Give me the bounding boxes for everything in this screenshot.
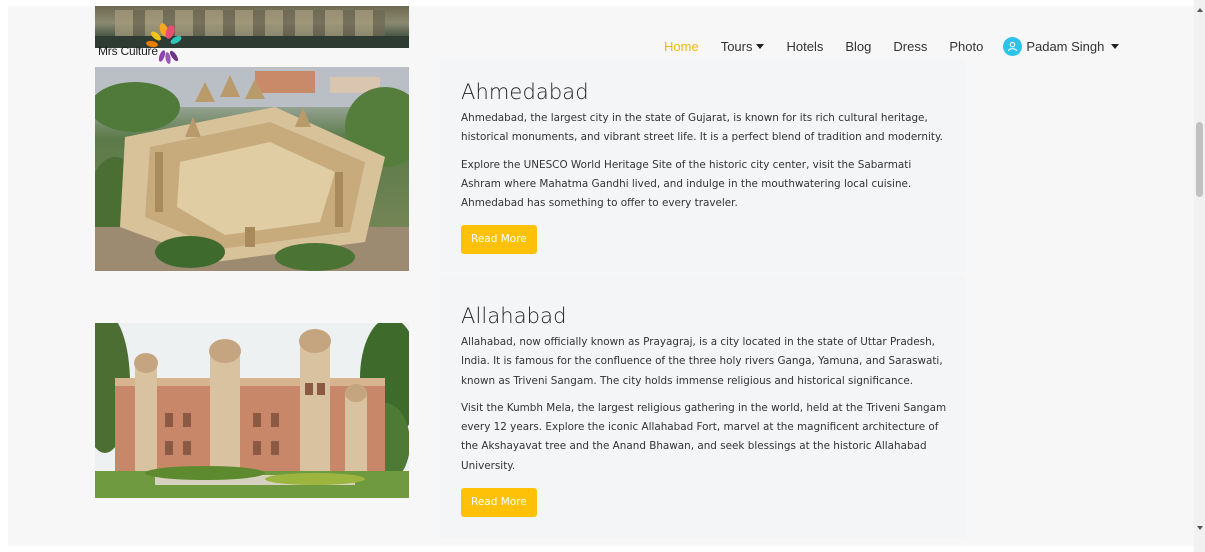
brand-logo[interactable]: Mrs Culture [96,20,186,70]
nav-home[interactable]: Home [664,39,699,54]
city-card-allahabad: Allahabad Allahabad, now officially know… [461,304,951,518]
nav-hotels[interactable]: Hotels [786,39,823,54]
page-scrollbar[interactable] [1194,0,1205,552]
nav-photo[interactable]: Photo [949,39,983,54]
nav-blog[interactable]: Blog [845,39,871,54]
nav-tours-dropdown[interactable]: Tours [721,39,765,54]
main-navbar: Home Tours Hotels Blog Dress Photo Padam… [664,36,1120,56]
allahabad-image [95,323,409,498]
scrollbar-thumb[interactable] [1196,122,1203,197]
caret-down-icon [1111,43,1120,49]
brand-name: Mrs Culture [98,44,158,58]
scroll-up-arrow-icon[interactable] [1197,8,1203,12]
city-description: Visit the Kumbh Mela, the largest religi… [461,401,947,472]
city-title: Ahmedabad [461,80,589,104]
city-card-ahmedabad: Ahmedabad Ahmedabad, the largest city in… [461,80,951,255]
city-description: Allahabad, now officially known as Praya… [461,336,943,387]
ahmedabad-image [95,67,409,271]
city-description: Explore the UNESCO World Heritage Site o… [461,158,912,210]
read-more-button[interactable]: Read More [461,225,537,255]
scroll-down-arrow-icon[interactable] [1197,526,1203,530]
city-description: Ahmedabad, the largest city in the state… [461,112,943,144]
user-avatar-icon [1003,36,1023,56]
nav-dress[interactable]: Dress [893,39,927,54]
caret-down-icon [756,43,765,49]
user-name: Padam Singh [1026,38,1105,54]
read-more-button[interactable]: Read More [461,488,537,518]
user-menu-dropdown[interactable]: Padam Singh [1003,36,1120,56]
city-title: Allahabad [461,304,567,328]
